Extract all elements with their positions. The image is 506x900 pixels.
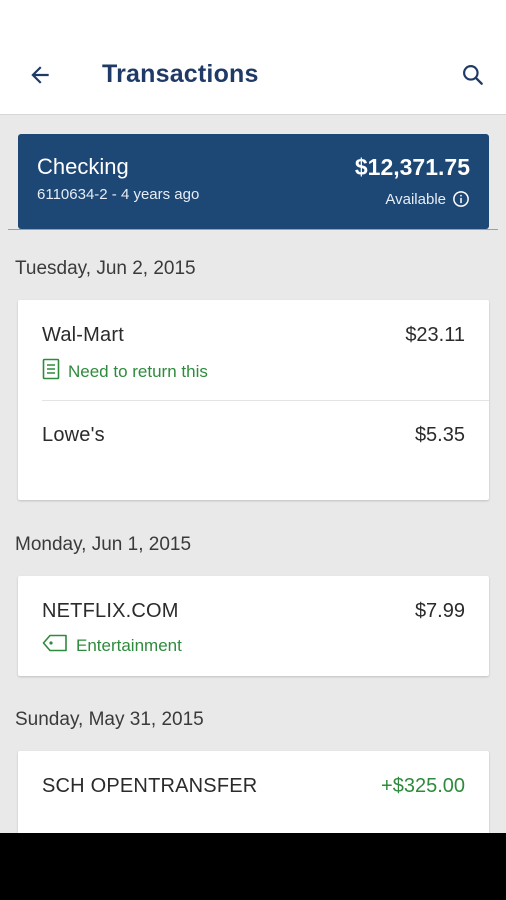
transaction-amount: $5.35 — [414, 424, 465, 446]
tag-text: Entertainment — [76, 635, 182, 655]
account-divider — [8, 229, 498, 230]
transaction-card: Wal-Mart $23.11 Need to return this Lowe… — [18, 300, 489, 500]
page-title: Transactions — [102, 60, 259, 88]
document-icon — [42, 358, 60, 385]
date-header: Monday, Jun 1, 2015 — [15, 534, 192, 555]
transaction-amount: $7.99 — [414, 600, 465, 622]
available-label-row: Available — [385, 190, 470, 208]
info-icon[interactable] — [452, 190, 470, 208]
available-label: Available — [385, 190, 446, 208]
system-navigation-bar — [0, 833, 506, 900]
app-bar: Transactions — [0, 38, 506, 115]
search-icon — [460, 62, 486, 93]
transaction-merchant: Lowe's — [42, 424, 105, 446]
search-button[interactable] — [455, 59, 491, 95]
transaction-amount: +$325.00 — [381, 775, 465, 797]
note-text: Need to return this — [68, 361, 208, 381]
transaction-merchant: SCH OPENTRANSFER — [42, 775, 258, 797]
account-summary-card[interactable]: Checking 6110634-2 - 4 years ago $12,371… — [18, 134, 489, 229]
status-bar — [0, 0, 506, 38]
transaction-merchant: NETFLIX.COM — [42, 600, 179, 622]
tag-icon — [42, 634, 68, 657]
account-balance: $12,371.75 — [354, 154, 470, 180]
arrow-back-icon — [27, 62, 53, 93]
transaction-tag: Entertainment — [42, 634, 182, 657]
transaction-note: Need to return this — [42, 358, 208, 385]
transaction-amount: $23.11 — [405, 324, 465, 346]
date-header: Sunday, May 31, 2015 — [15, 709, 204, 730]
back-button[interactable] — [22, 59, 58, 95]
transaction-card: NETFLIX.COM $7.99 Entertainment — [18, 576, 489, 676]
transaction-merchant: Wal-Mart — [42, 324, 124, 346]
account-number-age: 6110634-2 - 4 years ago — [37, 186, 200, 203]
transactions-screen: Transactions Checking 6110634-2 - 4 year… — [0, 0, 506, 900]
transaction-row-lowes[interactable]: Lowe's $5.35 — [18, 400, 489, 500]
transaction-row-netflix[interactable]: NETFLIX.COM $7.99 Entertainment — [18, 576, 489, 676]
date-header: Tuesday, Jun 2, 2015 — [15, 258, 196, 279]
account-name: Checking — [37, 154, 129, 179]
transaction-row-walmart[interactable]: Wal-Mart $23.11 Need to return this — [18, 300, 489, 400]
